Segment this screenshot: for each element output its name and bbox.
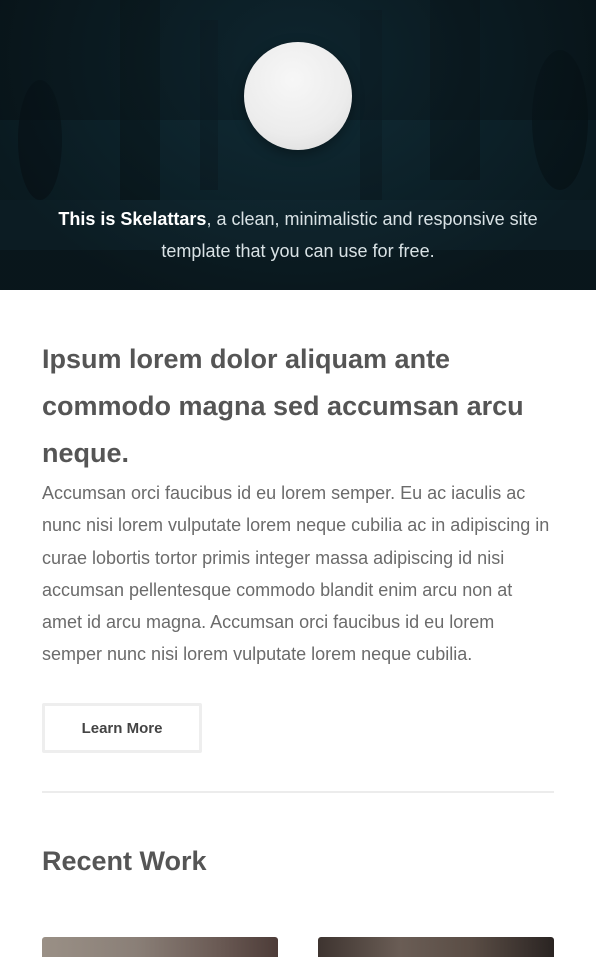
body-paragraph: Accumsan orci faucibus id eu lorem sempe… bbox=[42, 483, 550, 665]
page-headline: Ipsum lorem dolor aliquam ante commodo m… bbox=[42, 344, 524, 468]
hero-banner: This is Skelattars, a clean, minimalisti… bbox=[0, 0, 596, 290]
learn-more-button[interactable]: Learn More bbox=[42, 702, 202, 753]
work-thumbnail[interactable] bbox=[318, 937, 554, 957]
avatar bbox=[244, 42, 352, 150]
recent-work-title: Recent Work bbox=[42, 845, 207, 876]
hero-intro-strong: This is Skelattars bbox=[58, 209, 207, 229]
recent-work-grid bbox=[42, 937, 554, 967]
hero-intro: This is Skelattars, a clean, minimalisti… bbox=[30, 203, 566, 267]
hero-intro-text: , a clean, minimalistic and responsive s… bbox=[161, 209, 538, 261]
main-content: Ipsum lorem dolor aliquam ante commodo m… bbox=[42, 290, 554, 957]
work-thumbnail[interactable] bbox=[42, 937, 278, 957]
